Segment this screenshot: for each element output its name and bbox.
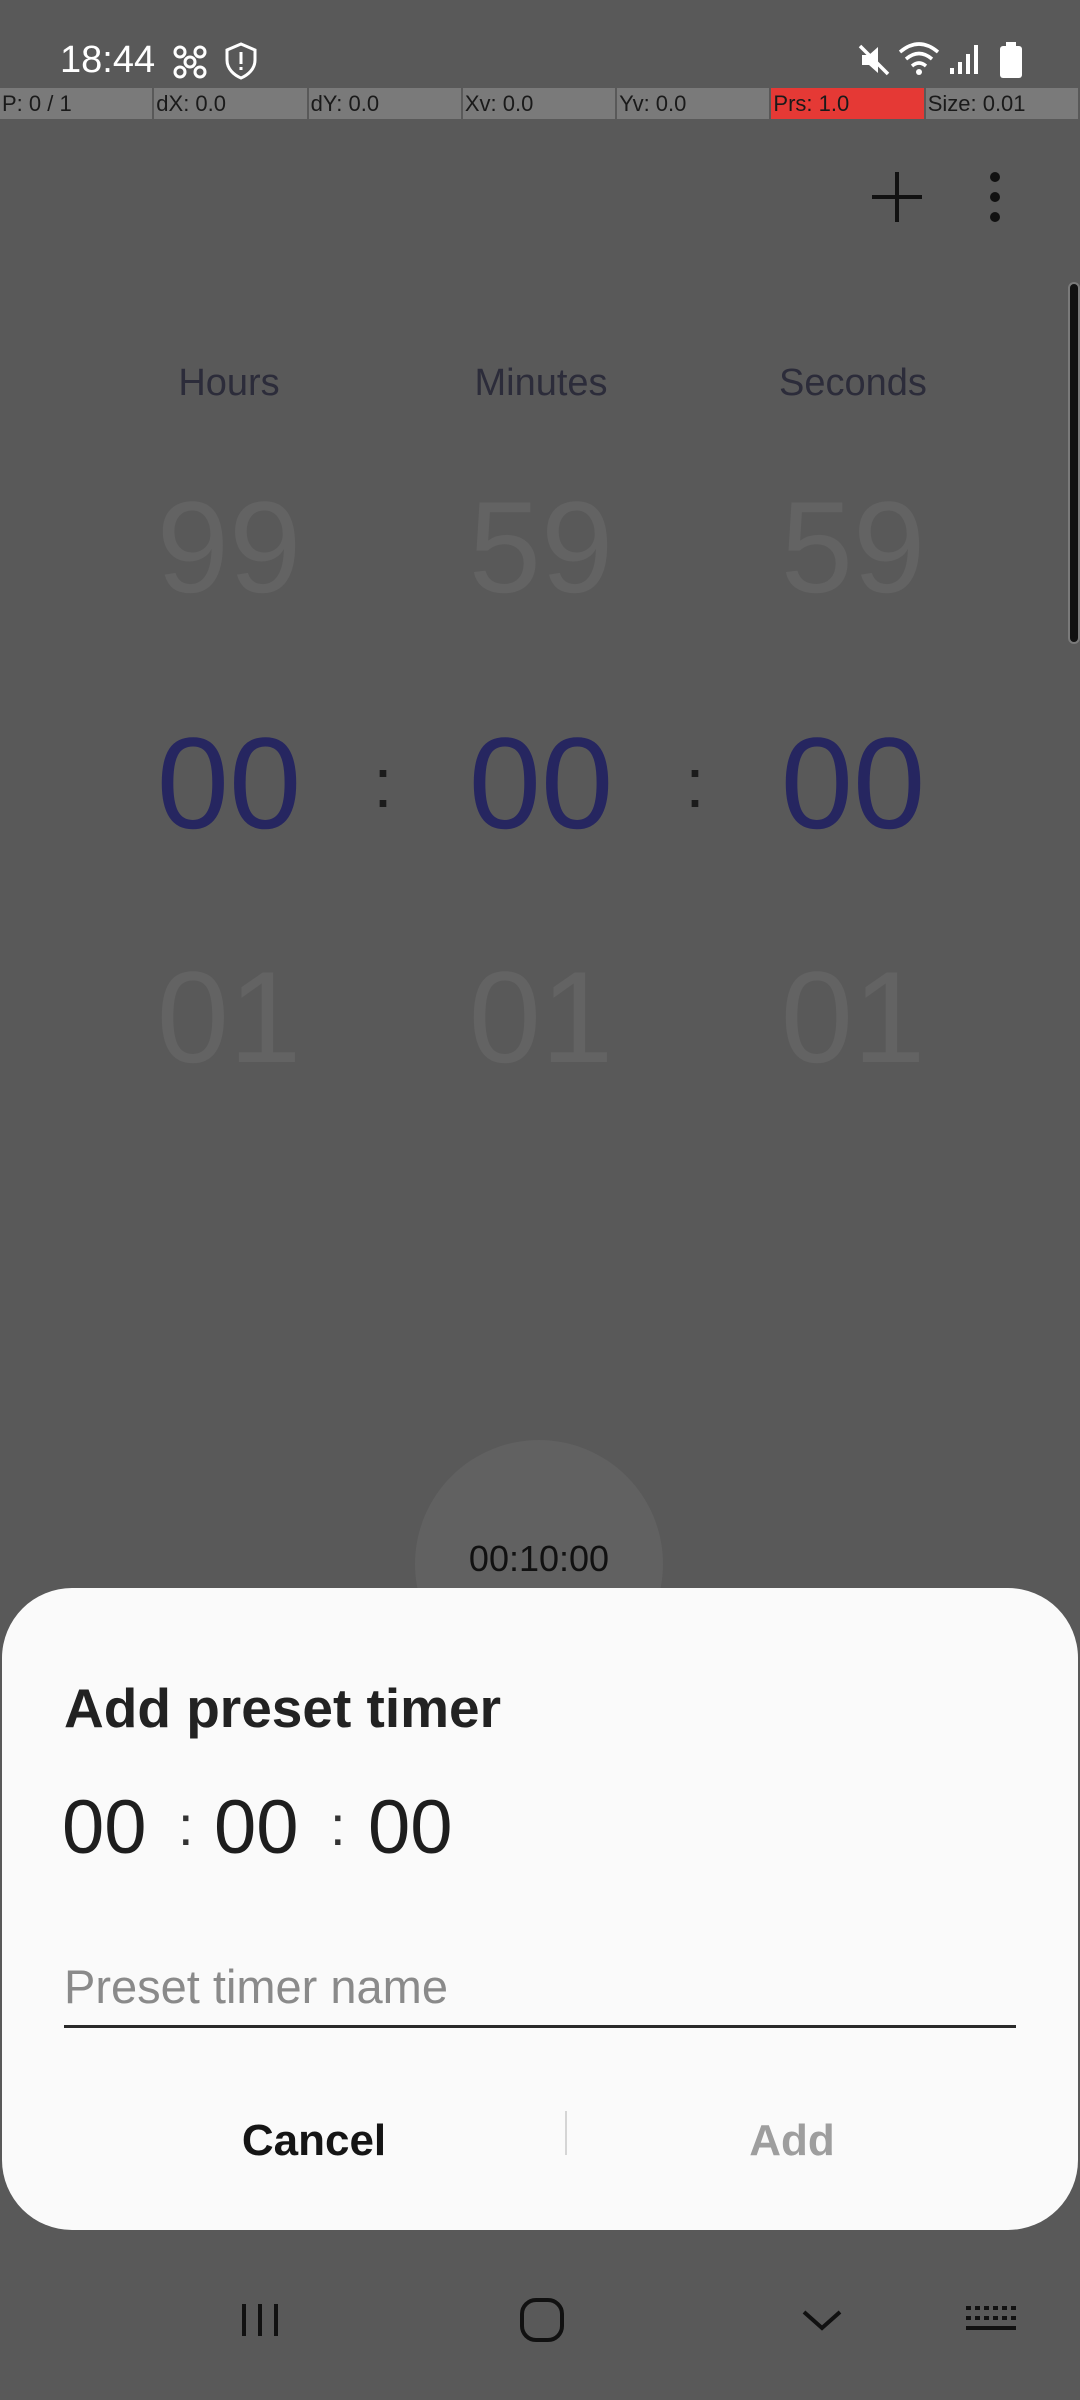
minutes-label: Minutes: [474, 362, 608, 404]
button-divider: [565, 2111, 567, 2155]
security-icon: [225, 42, 257, 80]
debug-size: Size: 0.01: [926, 88, 1080, 119]
hours-next-value[interactable]: 01: [79, 952, 379, 1082]
debug-pressure: Prs: 1.0: [771, 88, 926, 119]
status-bar: 18:44: [0, 0, 1080, 88]
battery-icon: [1000, 42, 1022, 78]
debug-yv: Yv: 0.0: [617, 88, 772, 119]
scrollbar-thumb[interactable]: [1068, 282, 1080, 644]
back-icon[interactable]: [794, 2292, 850, 2348]
more-vert-icon[interactable]: [950, 152, 1040, 242]
dialog-minutes-field[interactable]: 00: [214, 1786, 299, 1870]
debug-dy: dY: 0.0: [309, 88, 463, 119]
preset-timer-label: 00:10:00: [468, 1538, 610, 1579]
seconds-previous-value[interactable]: 59: [703, 482, 1003, 612]
navigation-bar: [0, 2268, 1080, 2400]
plus-icon[interactable]: [852, 152, 942, 242]
pointer-debug-bar: P: 0 / 1 dX: 0.0 dY: 0.0 Xv: 0.0 Yv: 0.0…: [0, 88, 1080, 119]
dialog-title: Add preset timer: [64, 1677, 502, 1739]
dialog-hours-field[interactable]: 00: [62, 1786, 147, 1870]
cancel-button[interactable]: Cancel: [94, 2096, 534, 2186]
dialog-separator: :: [330, 1794, 346, 1857]
mute-icon: [858, 44, 890, 76]
hours-previous-value[interactable]: 99: [79, 482, 379, 612]
recent-apps-icon[interactable]: [232, 2292, 288, 2348]
dialog-separator: :: [178, 1794, 194, 1857]
minutes-next-value[interactable]: 01: [391, 952, 691, 1082]
hours-picker[interactable]: 00: [79, 718, 379, 848]
keyboard-icon[interactable]: [960, 2292, 1020, 2348]
screen: 18:44 P: 0 / 1 dX: 0.0 dY: 0.0 Xv: 0.0 Y…: [0, 0, 1080, 2400]
signal-icon: [950, 45, 978, 74]
seconds-label: Seconds: [779, 362, 927, 404]
hours-label: Hours: [178, 362, 280, 404]
wifi-icon: [898, 42, 940, 75]
home-icon[interactable]: [512, 2290, 572, 2350]
debug-xv: Xv: 0.0: [463, 88, 618, 119]
seconds-next-value[interactable]: 01: [703, 952, 1003, 1082]
preset-name-input[interactable]: [64, 1948, 1016, 2028]
minutes-picker[interactable]: 00: [391, 718, 691, 848]
seconds-picker[interactable]: 00: [703, 718, 1003, 848]
add-preset-dialog: Add preset timer 00 : 00 : 00 Cancel Add: [2, 1588, 1078, 2230]
dialog-seconds-field[interactable]: 00: [368, 1786, 453, 1870]
status-time: 18:44: [60, 39, 156, 81]
add-button[interactable]: Add: [572, 2096, 1012, 2186]
debug-dx: dX: 0.0: [154, 88, 309, 119]
settings-fan-icon: [173, 45, 207, 79]
debug-pointer-count: P: 0 / 1: [0, 88, 155, 119]
minutes-previous-value[interactable]: 59: [391, 482, 691, 612]
